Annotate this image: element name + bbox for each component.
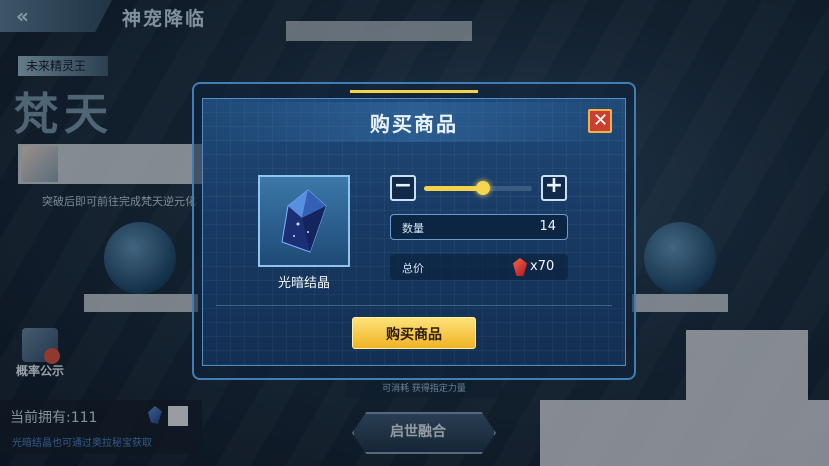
total-value: x70 — [530, 259, 555, 274]
dark-crystal-icon — [281, 189, 327, 253]
close-button[interactable]: ✕ — [588, 109, 612, 133]
dialog-title: 购买商品 — [370, 112, 458, 136]
decrease-button[interactable]: − — [390, 173, 416, 201]
minus-icon: − — [393, 173, 413, 198]
quantity-slider-fill — [424, 186, 484, 191]
item-name: 光暗结晶 — [277, 276, 330, 291]
plus-icon: + — [544, 173, 564, 198]
quantity-value[interactable]: 14 — [500, 219, 556, 234]
total-label: 总价 — [402, 262, 424, 275]
quantity-label: 数量 — [402, 222, 424, 235]
close-icon: ✕ — [593, 110, 609, 131]
buy-button-label[interactable]: 购买商品 — [352, 324, 476, 344]
increase-button[interactable]: + — [541, 173, 567, 201]
dialog-accent-bar — [350, 90, 478, 93]
dialog-divider — [216, 305, 612, 306]
